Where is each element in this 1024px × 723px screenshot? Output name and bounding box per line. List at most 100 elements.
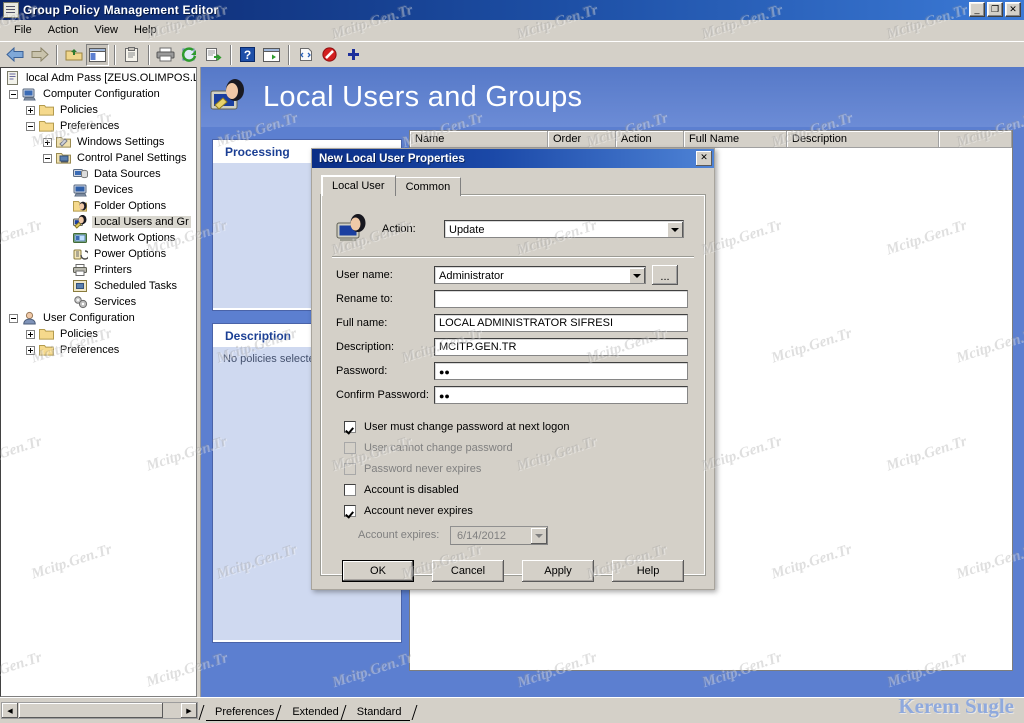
help-icon[interactable]: ? <box>236 44 259 66</box>
tree-item-windows-settings[interactable]: Windows Settings <box>3 134 196 150</box>
dialog-tab-local-user[interactable]: Local User <box>321 175 396 196</box>
tree-item-services[interactable]: Services <box>3 294 196 310</box>
tree-item-label: Power Options <box>94 248 167 260</box>
local-users-icon <box>73 214 89 230</box>
folder-options-icon <box>73 199 89 214</box>
tree-item-user-configuration[interactable]: User Configuration <box>3 310 196 326</box>
account-is-disabled-row[interactable]: Account is disabled <box>322 479 704 500</box>
column-header-blank[interactable] <box>939 131 1012 148</box>
account-is-disabled-label: Account is disabled <box>364 483 459 496</box>
column-header-full-name[interactable]: Full Name <box>684 131 787 148</box>
scroll-thumb[interactable] <box>19 703 163 718</box>
full-name-input[interactable]: LOCAL ADMINISTRATOR SIFRESI <box>434 314 688 332</box>
tree-root-node[interactable]: local Adm Pass [ZEUS.OLIMPOS.LC <box>3 70 196 86</box>
expand-icon[interactable] <box>26 329 35 339</box>
account-never-expires-checkbox[interactable] <box>344 504 356 517</box>
ok-button[interactable]: OK <box>342 560 414 582</box>
confirm-password-row: Confirm Password: ●● <box>322 383 704 407</box>
tree-item-label: Local Users and Gr <box>92 216 191 228</box>
tree-item-scheduled-tasks[interactable]: Scheduled Tasks <box>3 278 196 294</box>
action-dropdown-icon[interactable] <box>667 222 683 237</box>
close-button[interactable]: ✕ <box>1005 2 1021 17</box>
account-never-expires-row[interactable]: Account never expires <box>322 500 704 521</box>
export-list-icon[interactable] <box>202 44 225 66</box>
description-input[interactable]: MCITP.GEN.TR <box>434 338 688 356</box>
show-window-icon[interactable] <box>260 44 283 66</box>
new-item-icon[interactable] <box>294 44 317 66</box>
tree-item-folder-options[interactable]: Folder Options <box>3 198 196 214</box>
help-button[interactable]: Help <box>612 560 684 582</box>
collapse-icon[interactable] <box>43 153 52 163</box>
delete-icon[interactable] <box>318 44 341 66</box>
up-folder-icon[interactable] <box>62 44 85 66</box>
user-name-dropdown-icon[interactable] <box>629 268 645 283</box>
back-icon[interactable] <box>4 44 27 66</box>
tree-item-data-sources[interactable]: Data Sources <box>3 166 196 182</box>
scroll-left-icon[interactable]: ◀ <box>2 703 18 718</box>
tree-item-control-panel-settings[interactable]: Control Panel Settings <box>3 150 196 166</box>
account-is-disabled-checkbox[interactable] <box>344 483 356 496</box>
action-value[interactable]: Update <box>449 224 667 236</box>
column-header-description[interactable]: Description <box>787 131 939 148</box>
confirm-password-input[interactable]: ●● <box>434 386 688 404</box>
show-hide-tree-icon[interactable] <box>86 43 109 66</box>
add-icon[interactable] <box>342 44 365 66</box>
tab-extended[interactable]: Extended <box>283 704 348 721</box>
tree-item-local-users-and-gr[interactable]: Local Users and Gr <box>3 214 196 230</box>
tree-item-power-options[interactable]: Power Options <box>3 246 196 262</box>
collapse-icon[interactable] <box>9 313 18 323</box>
user-must-change-password-checkbox[interactable] <box>344 420 356 433</box>
print-icon[interactable] <box>154 44 177 66</box>
restore-button[interactable]: ❐ <box>987 2 1003 17</box>
description-row: Description: MCITP.GEN.TR <box>322 335 704 359</box>
tree-item-printers[interactable]: Printers <box>3 262 196 278</box>
user-name-browse-button[interactable]: ... <box>652 265 678 285</box>
tree-item-policies[interactable]: Policies <box>3 102 196 118</box>
tree-item-computer-configuration[interactable]: Computer Configuration <box>3 86 196 102</box>
toolbar-separator <box>56 44 58 65</box>
tab-preferences[interactable]: Preferences <box>206 704 284 721</box>
cancel-button[interactable]: Cancel <box>432 560 504 582</box>
password-input[interactable]: ●● <box>434 362 688 380</box>
forward-icon[interactable] <box>28 44 51 66</box>
tree-item-policies[interactable]: Policies <box>3 326 196 342</box>
folder-icon <box>39 119 55 134</box>
tree-item-network-options[interactable]: Network Options <box>3 230 196 246</box>
folder-icon <box>39 327 55 342</box>
tree-item-preferences[interactable]: Preferences <box>3 342 196 358</box>
user-name-input[interactable]: Administrator <box>434 266 646 284</box>
tree-item-devices[interactable]: Devices <box>3 182 196 198</box>
rename-to-input[interactable] <box>434 290 688 308</box>
menu-action[interactable]: Action <box>40 22 87 38</box>
scroll-right-icon[interactable]: ▶ <box>181 703 197 718</box>
svg-text:?: ? <box>244 48 251 62</box>
column-header-order[interactable]: Order <box>548 131 616 148</box>
account-expires-value: 6/14/2012 <box>457 530 506 542</box>
tab-standard[interactable]: Standard <box>347 704 411 721</box>
collapse-icon[interactable] <box>26 121 35 131</box>
properties-icon[interactable] <box>120 44 143 66</box>
scope-tree-pane[interactable]: local Adm Pass [ZEUS.OLIMPOS.LC Computer… <box>0 67 197 697</box>
account-expires-label: Account expires: <box>358 529 440 541</box>
refresh-icon[interactable] <box>178 44 201 66</box>
tree-horizontal-scrollbar[interactable]: ◀ ▶ <box>1 702 198 719</box>
minimize-button[interactable]: _ <box>969 2 985 17</box>
confirm-password-label: Confirm Password: <box>336 389 429 401</box>
tree-item-label: Control Panel Settings <box>77 152 187 164</box>
menu-file[interactable]: File <box>6 22 40 38</box>
expand-icon[interactable] <box>43 137 52 147</box>
user-name-value[interactable]: Administrator <box>439 270 629 282</box>
expand-icon[interactable] <box>26 345 35 355</box>
collapse-icon[interactable] <box>9 89 18 99</box>
account-expires-dropdown-icon <box>531 528 547 544</box>
menu-view[interactable]: View <box>86 22 126 38</box>
user-must-change-password-row[interactable]: User must change password at next logon <box>322 416 704 437</box>
tree-item-preferences[interactable]: Preferences <box>3 118 196 134</box>
column-header-name[interactable]: Name <box>410 131 548 148</box>
expand-icon[interactable] <box>26 105 35 115</box>
dialog-tab-common[interactable]: Common <box>394 177 462 196</box>
column-header-action[interactable]: Action <box>616 131 684 148</box>
apply-button[interactable]: Apply <box>522 560 594 582</box>
dialog-close-button[interactable]: ✕ <box>696 151 712 166</box>
menu-help[interactable]: Help <box>126 22 165 38</box>
